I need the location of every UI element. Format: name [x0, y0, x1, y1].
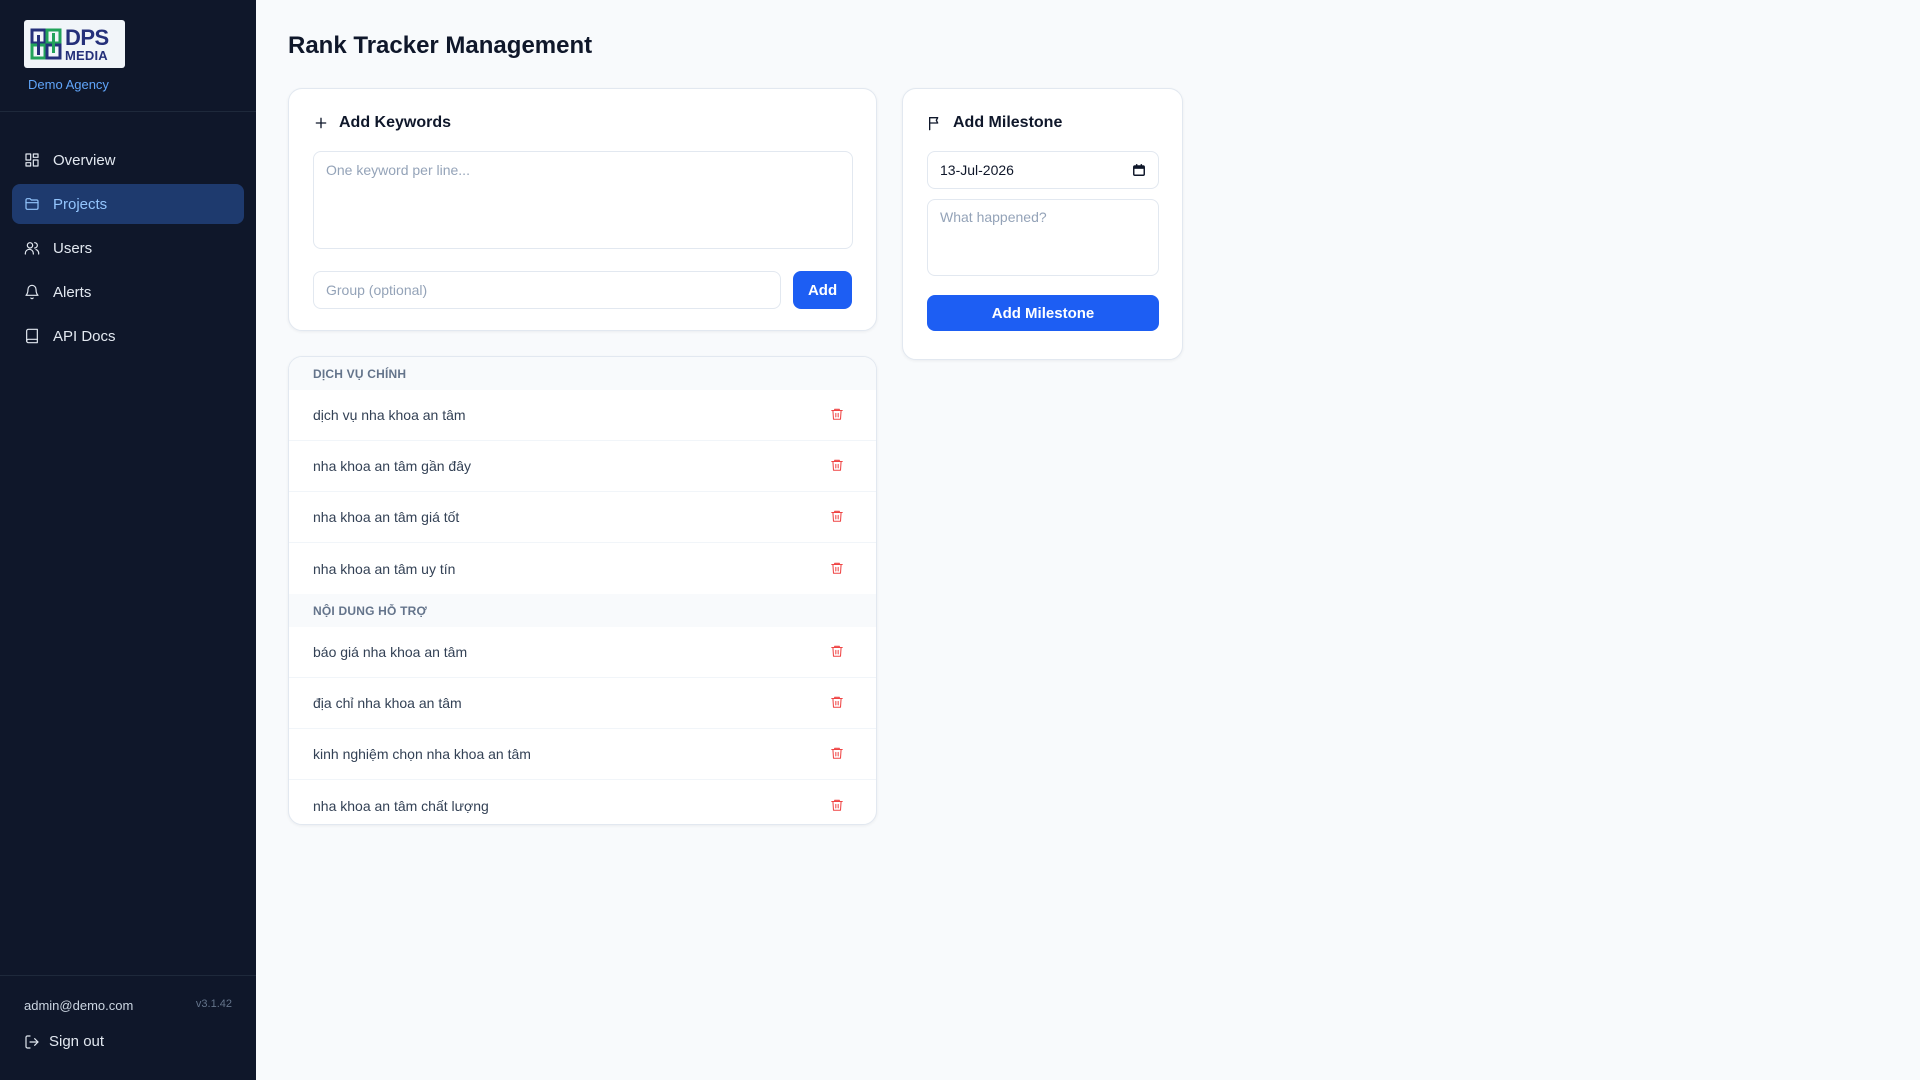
sidebar-item-label: Overview [53, 151, 116, 169]
logo-line-1: DPS [65, 24, 109, 50]
folder-icon [25, 198, 39, 210]
list-item: địa chỉ nha khoa an tâm [289, 678, 876, 729]
list-item: nha khoa an tâm giá tốt [289, 492, 876, 543]
calendar-icon[interactable] [1132, 163, 1146, 177]
keywords-textarea[interactable] [313, 151, 853, 249]
account-info: admin@demo.com v3.1.42 [24, 998, 232, 1013]
sidebar-item-alerts[interactable]: Alerts [12, 272, 244, 312]
list-item: nha khoa an tâm uy tín [289, 543, 876, 594]
page-title: Rank Tracker Management [288, 32, 593, 59]
log-out-icon [25, 1034, 39, 1049]
trash-icon[interactable] [830, 695, 846, 711]
sidebar-item-projects[interactable]: Projects [12, 184, 244, 224]
keyword-input-row: Add [313, 271, 852, 309]
sign-out-button[interactable]: Sign out [24, 1033, 232, 1050]
card-header: Add Milestone [927, 111, 1158, 135]
list-item: nha khoa an tâm chất lượng [289, 780, 876, 824]
account-email: admin@demo.com [24, 998, 134, 1013]
flag-icon [929, 117, 939, 131]
agency-name: Demo Agency [28, 77, 109, 92]
list-item: dịch vụ nha khoa an tâm [289, 390, 876, 441]
sidebar-item-users[interactable]: Users [12, 228, 244, 268]
trash-icon[interactable] [830, 458, 846, 474]
list-item: nha khoa an tâm gần đây [289, 441, 876, 492]
add-keywords-card: Add Keywords Add [288, 88, 877, 331]
keyword-list-card: DỊCH VỤ CHÍNH dịch vụ nha khoa an tâm nh… [288, 356, 877, 825]
group-input[interactable] [313, 271, 782, 309]
add-milestone-button[interactable]: Add Milestone [927, 295, 1159, 331]
logo-mark-icon [30, 28, 62, 60]
sidebar-item-api-docs[interactable]: API Docs [12, 316, 244, 356]
card-header: Add Keywords [313, 111, 852, 135]
list-item: kinh nghiệm chọn nha khoa an tâm [289, 729, 876, 780]
add-milestone-card: Add Milestone 13-Jul-2026 Add Milestone [902, 88, 1183, 360]
trash-icon[interactable] [830, 798, 846, 814]
keyword-text: nha khoa an tâm giá tốt [313, 509, 460, 525]
date-value: 13-Jul-2026 [940, 162, 1014, 178]
keyword-text: địa chỉ nha khoa an tâm [313, 695, 462, 711]
bell-icon [25, 284, 39, 300]
users-icon [24, 242, 40, 255]
group-header: DỊCH VỤ CHÍNH [289, 357, 876, 390]
trash-icon[interactable] [830, 509, 846, 525]
app-version: v3.1.42 [195, 998, 232, 1010]
logo[interactable]: DPS MEDIA [24, 20, 125, 68]
sidebar-item-overview[interactable]: Overview [12, 140, 244, 180]
sign-out-label: Sign out [49, 1033, 105, 1050]
keyword-text: báo giá nha khoa an tâm [313, 644, 468, 660]
keyword-text: nha khoa an tâm uy tín [313, 560, 456, 577]
trash-icon[interactable] [830, 561, 846, 577]
sidebar-item-label: Alerts [53, 283, 92, 301]
logo-text: DPS MEDIA [65, 24, 109, 63]
list-item: báo giá nha khoa an tâm [289, 627, 876, 678]
sidebar-footer: admin@demo.com v3.1.42 Sign out [0, 975, 256, 1080]
sidebar-item-label: Users [53, 239, 93, 257]
book-icon [26, 328, 38, 344]
trash-icon[interactable] [830, 746, 846, 762]
milestone-date-input[interactable]: 13-Jul-2026 [927, 151, 1159, 189]
sidebar-nav: Overview Projects Users Alerts API Docs [0, 112, 256, 360]
logo-line-2: MEDIA [65, 47, 108, 63]
keyword-text: nha khoa an tâm gần đây [313, 458, 472, 474]
keyword-text: kinh nghiệm chọn nha khoa an tâm [313, 746, 531, 762]
milestone-note-textarea[interactable] [927, 199, 1159, 276]
brand: DPS MEDIA Demo Agency [0, 0, 256, 112]
sidebar-item-label: Projects [53, 195, 108, 213]
card-title: Add Keywords [339, 114, 452, 131]
main-content: Rank Tracker Management Add Keywords Add… [256, 0, 1920, 1080]
keyword-text: dịch vụ nha khoa an tâm [313, 407, 466, 423]
sidebar-item-label: API Docs [53, 327, 116, 345]
plus-icon [315, 117, 327, 129]
trash-icon[interactable] [830, 644, 846, 660]
keyword-text: nha khoa an tâm chất lượng [313, 797, 489, 814]
group-header: NỘI DUNG HỖ TRỢ [289, 594, 876, 627]
card-title: Add Milestone [953, 114, 1063, 131]
grid-icon [25, 153, 39, 167]
sidebar: DPS MEDIA Demo Agency Overview Projects … [0, 0, 256, 1080]
trash-icon[interactable] [830, 407, 846, 423]
add-keywords-button[interactable]: Add [793, 271, 852, 309]
